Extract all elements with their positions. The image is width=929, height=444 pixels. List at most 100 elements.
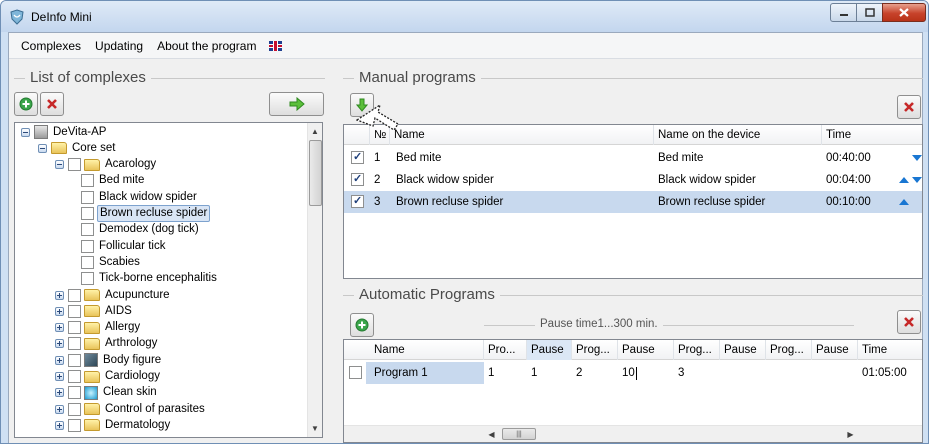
delete-complex-button[interactable] — [40, 92, 64, 116]
title-bar[interactable]: DeInfo Mini — [1, 1, 928, 32]
manual-program-row[interactable]: 3 Brown recluse spider Brown recluse spide… — [344, 191, 922, 213]
tree-checkbox[interactable] — [81, 207, 94, 220]
tree-vertical-scrollbar[interactable]: ▲ ▼ — [307, 123, 322, 437]
tree-checkbox[interactable] — [81, 174, 94, 188]
tree-node[interactable]: Bed mite — [81, 173, 146, 189]
close-button[interactable] — [882, 3, 926, 22]
row-checkbox[interactable] — [351, 150, 364, 164]
menu-about-program[interactable]: About the program — [150, 33, 263, 59]
program-value-cell[interactable]: 3 — [678, 362, 684, 384]
move-up-icon[interactable] — [899, 177, 909, 183]
scroll-thumb[interactable] — [309, 140, 322, 206]
column-header-device-name[interactable]: Name on the device — [654, 125, 822, 145]
menu-complexes[interactable]: Complexes — [14, 33, 88, 59]
auto-column-header[interactable]: Pause — [720, 340, 766, 360]
automatic-grid-horizontal-scrollbar[interactable]: ◀ ||| ▶ — [344, 425, 922, 442]
scroll-left-arrow-icon[interactable]: ◀ — [483, 426, 500, 442]
expand-icon[interactable] — [55, 339, 64, 349]
horizontal-scroll-thumb[interactable]: ||| — [502, 428, 536, 440]
tree-node[interactable]: Control of parasites — [55, 401, 207, 417]
auto-column-header[interactable]: Pause — [812, 340, 858, 360]
auto-column-header[interactable]: Pro... — [484, 340, 527, 360]
scroll-right-arrow-icon[interactable]: ▶ — [842, 426, 859, 442]
tree-node[interactable]: Acupuncture — [55, 287, 172, 303]
tree-node[interactable]: Clean skin — [55, 385, 159, 401]
tree-node[interactable]: Cardiology — [55, 369, 162, 385]
tree-checkbox[interactable] — [68, 288, 81, 302]
program-value-cell[interactable]: 2 — [576, 362, 582, 384]
row-checkbox[interactable] — [351, 172, 364, 186]
tree-checkbox[interactable] — [68, 158, 81, 172]
expand-icon[interactable] — [55, 355, 64, 365]
tree-checkbox[interactable] — [68, 418, 81, 432]
program-value-cell[interactable]: 1 — [531, 362, 537, 384]
column-header-name[interactable]: Name — [390, 125, 654, 145]
minimize-button[interactable] — [830, 3, 857, 22]
tree-checkbox[interactable] — [68, 304, 81, 318]
collapse-icon[interactable] — [38, 143, 47, 153]
maximize-button[interactable] — [856, 3, 883, 22]
tree-node[interactable]: Brown recluse spider — [81, 205, 211, 222]
tree-checkbox[interactable] — [81, 272, 94, 286]
auto-column-header[interactable]: Pause — [618, 340, 674, 360]
tree-node[interactable]: Black widow spider — [81, 189, 199, 205]
program-value-cell[interactable]: 10 — [622, 362, 635, 384]
program-value-cell[interactable]: 1 — [488, 362, 494, 384]
add-complex-button[interactable] — [14, 92, 38, 116]
tree-node[interactable]: Demodex (dog tick) — [81, 222, 201, 238]
tree-node[interactable]: Arthrology — [55, 336, 159, 352]
menu-updating[interactable]: Updating — [88, 33, 150, 59]
manual-program-row[interactable]: 1 Bed mite Bed mite 00:40:00 — [344, 147, 922, 169]
complexes-tree[interactable]: DeVita-AP Core set Acarology Bed mite Black … — [14, 122, 323, 438]
tree-node[interactable]: Acarology — [55, 157, 158, 173]
auto-column-header[interactable]: Prog... — [674, 340, 720, 360]
tree-checkbox[interactable] — [68, 370, 81, 383]
transfer-right-button[interactable] — [269, 92, 324, 116]
column-header-time[interactable]: Time — [822, 125, 922, 145]
automatic-programs-grid[interactable]: Name Pro... Pause Prog... Pause Prog... Pause P… — [343, 339, 923, 443]
auto-column-header[interactable]: Prog... — [572, 340, 618, 360]
tree-node[interactable]: AIDS — [55, 303, 134, 319]
manual-program-row[interactable]: 2 Black widow spider Black widow spider 00:… — [344, 169, 922, 191]
tree-node[interactable]: Scabies — [81, 254, 142, 270]
tree-checkbox[interactable] — [81, 190, 94, 204]
expand-icon[interactable] — [55, 290, 64, 300]
tree-checkbox[interactable] — [68, 321, 81, 335]
tree-checkbox[interactable] — [68, 353, 81, 367]
expand-icon[interactable] — [55, 388, 64, 398]
tree-node[interactable]: Dermatology — [55, 417, 172, 433]
collapse-icon[interactable] — [55, 160, 64, 170]
auto-column-header[interactable]: Pause — [527, 340, 572, 360]
tree-node[interactable]: Allergy — [55, 320, 142, 336]
add-automatic-program-button[interactable] — [350, 313, 374, 337]
uk-flag-icon[interactable] — [269, 40, 283, 51]
automatic-program-row[interactable]: Program 1 1 1 2 10 3 01:05:00 — [344, 362, 922, 384]
tree-checkbox[interactable] — [81, 223, 94, 237]
move-up-icon[interactable] — [899, 199, 909, 205]
expand-icon[interactable] — [55, 372, 64, 381]
tree-node[interactable]: Tick-borne encephalitis — [81, 271, 219, 287]
auto-column-header[interactable]: Name — [370, 340, 484, 360]
tree-node[interactable]: Follicular tick — [81, 238, 167, 254]
expand-icon[interactable] — [55, 420, 64, 430]
tree-checkbox[interactable] — [68, 386, 81, 400]
delete-automatic-program-button[interactable] — [897, 310, 921, 334]
tree-checkbox[interactable] — [81, 239, 94, 253]
expand-icon[interactable] — [55, 404, 64, 414]
scroll-up-arrow-icon[interactable]: ▲ — [308, 123, 322, 140]
expand-icon[interactable] — [55, 306, 64, 316]
tree-checkbox[interactable] — [68, 337, 81, 351]
auto-column-header[interactable]: Prog... — [766, 340, 812, 360]
tree-node[interactable]: Core set — [38, 140, 117, 156]
auto-column-header[interactable]: Time — [858, 340, 922, 360]
manual-programs-grid[interactable]: № Name Name on the device Time 1 Bed mite… — [343, 124, 923, 279]
tree-node[interactable]: Body figure — [55, 352, 163, 368]
tree-node[interactable]: DeVita-AP — [21, 124, 108, 140]
tree-checkbox[interactable] — [68, 402, 81, 416]
move-down-icon[interactable] — [912, 177, 922, 183]
program-time[interactable]: 01:05:00 — [862, 362, 907, 384]
expand-icon[interactable] — [55, 323, 64, 333]
collapse-icon[interactable] — [21, 127, 30, 137]
tree-checkbox[interactable] — [81, 255, 94, 269]
scroll-down-arrow-icon[interactable]: ▼ — [308, 420, 322, 437]
